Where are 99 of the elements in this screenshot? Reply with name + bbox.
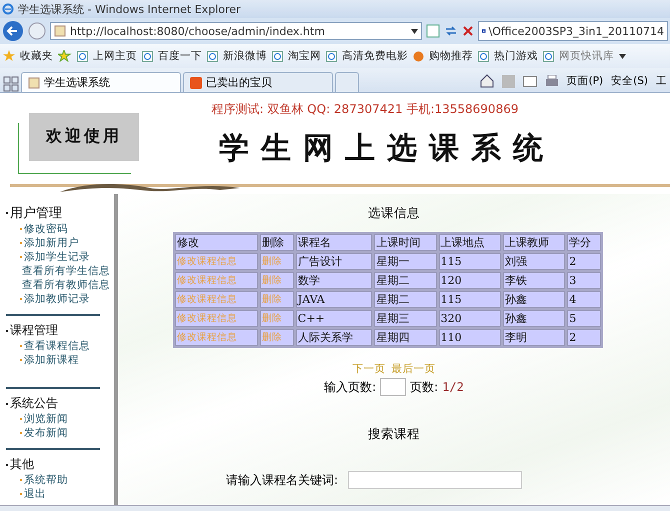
- table-cell: 120: [438, 272, 501, 289]
- ie-page-icon: [478, 50, 489, 62]
- table-cell: 星期二: [374, 291, 437, 308]
- mail-icon[interactable]: [522, 76, 537, 86]
- browser-tab[interactable]: 学生选课系统: [21, 72, 181, 92]
- menu-link[interactable]: 查看所有学生信息: [22, 264, 110, 278]
- table-cell: 4: [567, 291, 601, 308]
- favorite-link[interactable]: 新浪微博: [223, 49, 267, 63]
- browser-tab[interactable]: 已卖出的宝贝: [183, 72, 333, 92]
- menu-link[interactable]: 系统帮助: [24, 473, 68, 487]
- back-icon[interactable]: [2, 20, 24, 42]
- section-title: 搜索课程: [368, 426, 420, 443]
- command-menu[interactable]: 工: [656, 74, 667, 88]
- table-cell: 星期二: [374, 272, 437, 289]
- column-header: 上课时间: [374, 234, 437, 251]
- menu-link[interactable]: 添加学生记录: [24, 250, 90, 264]
- table-cell: 李铁: [502, 272, 566, 289]
- table-cell: 2: [567, 253, 601, 270]
- favorites-button[interactable]: 收藏夹: [20, 49, 53, 63]
- ie-page-icon: [543, 50, 554, 62]
- dropdown-icon[interactable]: [619, 54, 626, 58]
- column-header: 修改: [175, 234, 258, 251]
- menu-link[interactable]: 查看所有教师信息: [22, 278, 110, 292]
- table-cell: 刘强: [502, 253, 566, 270]
- favorite-link[interactable]: 上网主页: [93, 49, 137, 63]
- menu-link[interactable]: 浏览新闻: [24, 412, 68, 426]
- table-cell: 孙鑫: [502, 291, 566, 308]
- refresh-icon[interactable]: [444, 24, 458, 38]
- window-title: 学生选课系统 - Windows Internet Explorer: [18, 2, 241, 16]
- table-cell: 李明: [502, 329, 566, 346]
- menu-heading: 课程管理: [10, 322, 58, 339]
- table-cell: JAVA: [296, 291, 372, 308]
- home-icon[interactable]: [480, 74, 494, 88]
- favorite-link[interactable]: 网页快讯库: [559, 49, 614, 63]
- favorite-link[interactable]: 高清免费电影: [342, 49, 408, 63]
- table-cell: 孙鑫: [502, 310, 566, 327]
- menu-link[interactable]: 退出: [24, 487, 46, 501]
- menu-link[interactable]: 修改密码: [24, 222, 68, 236]
- keyword-input-field[interactable]: [348, 471, 522, 489]
- table-cell: 星期三: [374, 310, 437, 327]
- page-value: 1/2: [442, 380, 464, 394]
- favorite-link[interactable]: 购物推荐: [429, 49, 473, 63]
- keyword-label: 请输入课程名关键词:: [226, 472, 338, 488]
- command-menu[interactable]: 页面(P): [566, 74, 604, 88]
- favorite-link[interactable]: 百度一下: [158, 49, 202, 63]
- favorite-link[interactable]: 淘宝网: [288, 49, 321, 63]
- dropdown-icon[interactable]: [411, 28, 418, 34]
- quick-tabs-icon[interactable]: [3, 76, 19, 92]
- menu-link[interactable]: 添加新课程: [24, 353, 79, 367]
- search-field[interactable]: \Office2003SP3_3in1_20110714: [478, 21, 668, 41]
- input-label: 输入页数:: [324, 378, 376, 396]
- page-label: 页数:: [410, 378, 438, 396]
- star-icon: [3, 50, 15, 62]
- column-header: 上课地点: [438, 234, 501, 251]
- browser-page-icon: [2, 3, 14, 15]
- menu-heading: 系统公告: [10, 395, 58, 412]
- column-header: 学分: [567, 234, 601, 251]
- printer-icon[interactable]: [544, 74, 559, 88]
- table-cell: 110: [438, 329, 501, 346]
- table-cell: 数学: [296, 272, 372, 289]
- menu-heading: 用户管理: [10, 205, 62, 222]
- table-cell: 星期四: [374, 329, 437, 346]
- system-title: 学生网上选课系统: [219, 130, 555, 168]
- table-cell: C++: [296, 310, 372, 327]
- table-title: 选课信息: [368, 205, 420, 222]
- welcome-label: 欢迎使用: [29, 112, 139, 160]
- page-icon: [54, 25, 66, 37]
- add-favorite-icon[interactable]: [58, 50, 72, 62]
- ie-page-icon: [207, 50, 218, 62]
- menu-link[interactable]: 查看课程信息: [24, 339, 90, 353]
- table-cell: 115: [438, 291, 501, 308]
- ie-page-icon: [77, 50, 88, 62]
- favorite-link[interactable]: 热门游戏: [494, 49, 538, 63]
- forward-icon[interactable]: [28, 22, 46, 40]
- table-cell: 115: [438, 253, 501, 270]
- close-icon[interactable]: [462, 25, 474, 37]
- table-cell: 人际关系学: [296, 329, 372, 346]
- menu-link[interactable]: 添加新用户: [24, 236, 79, 250]
- column-header: 删除: [260, 234, 294, 251]
- menu-heading: 其他: [10, 456, 34, 473]
- table-cell: 320: [438, 310, 501, 327]
- page-icon: [28, 76, 40, 88]
- table-cell: 2: [567, 329, 601, 346]
- address-field[interactable]: http://localhost:8080/choose/admin/index.htm: [50, 22, 422, 40]
- menu-link[interactable]: 发布新闻: [24, 426, 68, 440]
- ie-page-icon: [272, 50, 283, 62]
- table-cell: 3: [567, 272, 601, 289]
- ie-page-icon: [326, 50, 337, 62]
- table-cell: 5: [567, 310, 601, 327]
- table-cell: 星期一: [374, 253, 437, 270]
- page-input-field[interactable]: [380, 378, 406, 396]
- column-header: 课程名: [296, 234, 372, 251]
- column-header: 上课教师: [502, 234, 566, 251]
- contact-info: 程序测试: 双鱼林 QQ: 287307421 手机:13558690869: [210, 101, 520, 118]
- ie-page-icon: [142, 50, 153, 62]
- table-cell: 广告设计: [296, 253, 372, 270]
- menu-link[interactable]: 添加教师记录: [24, 292, 90, 306]
- new-tab-button[interactable]: [335, 72, 359, 92]
- command-menu[interactable]: 安全(S): [611, 74, 648, 88]
